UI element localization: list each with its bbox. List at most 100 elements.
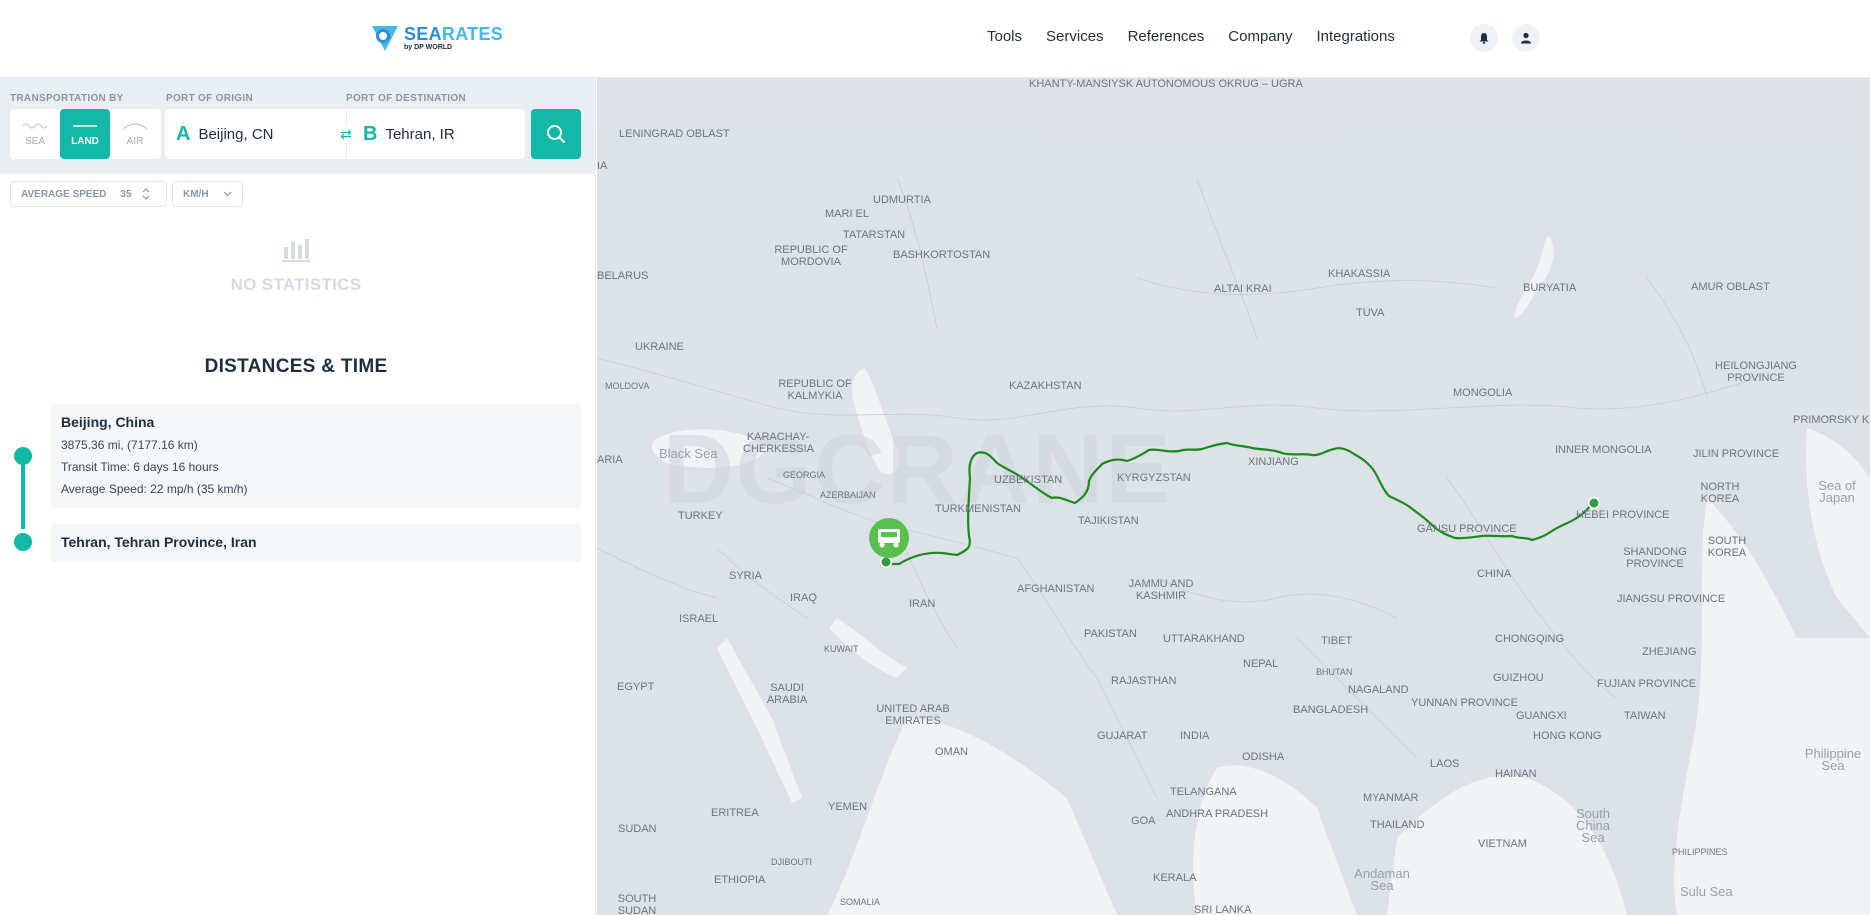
nav-integrations[interactable]: Integrations	[1316, 28, 1394, 45]
sea-of-japan	[1806, 428, 1870, 638]
red-sea	[717, 638, 802, 803]
origin-value: Beijing, CN	[198, 125, 274, 143]
port-inputs: A Beijing, CN ⇄ B Tehran, IR	[165, 109, 525, 159]
map-label-laos: LAOS	[1430, 758, 1460, 770]
map-label-sri-lanka: SRI LANKA	[1194, 904, 1252, 915]
mode-land-label: LAND	[71, 135, 99, 147]
map-label-belarus: BELARUS	[597, 270, 649, 282]
map-label-jammu: JAMMU AND KASHMIR	[1128, 578, 1194, 602]
nav-tools[interactable]: Tools	[987, 28, 1022, 45]
map-label-taiwan: TAIWAN	[1624, 710, 1666, 722]
map-label-black-sea: Black Sea	[659, 446, 718, 461]
map-label-kyrgyzstan: KYRGYZSTAN	[1117, 472, 1191, 484]
mode-sea-button[interactable]: SEA	[10, 109, 60, 159]
lake-baikal	[1514, 236, 1554, 318]
logo-text: SEARATES	[404, 24, 504, 44]
map-label-bangladesh: BANGLADESH	[1293, 704, 1369, 716]
map-label-turkey: TURKEY	[678, 510, 723, 522]
map-label-inner-mongolia: INNER MONGOLIA	[1555, 444, 1652, 456]
map-label-andhra: ANDHRA PRADESH	[1166, 808, 1269, 820]
searates-logo[interactable]: SEARATES by DP WORLD	[370, 22, 503, 54]
map-label-rajasthan: RAJASTHAN	[1111, 675, 1177, 687]
map-label-thailand: THAILAND	[1370, 819, 1425, 831]
map-label-gansu: GANSU PROVINCE	[1417, 523, 1517, 535]
stepper-chevrons-icon[interactable]	[142, 187, 150, 201]
map-label-iran: IRAN	[909, 598, 936, 610]
map-label-guangxi: GUANGXI	[1516, 710, 1567, 722]
speed-unit-value: KM/H	[183, 188, 209, 200]
mode-land-button[interactable]: LAND	[60, 109, 110, 159]
map-label-kerala: KERALA	[1153, 872, 1197, 884]
map-label-xinjiang: XINJIANG	[1248, 456, 1299, 468]
map-label-kuwait: KUWAIT	[824, 644, 859, 654]
map-label-eritrea: ERITREA	[711, 807, 759, 819]
transport-mode-selector: SEA LAND AIR	[10, 109, 161, 159]
map-label-khakassia: KHAKASSIA	[1328, 268, 1391, 280]
map-label-pakistan: PAKISTAN	[1084, 628, 1137, 640]
logo-mark-icon	[372, 26, 398, 51]
map-label-china: CHINA	[1477, 568, 1512, 580]
map-label-sudan: SUDAN	[618, 823, 657, 835]
destination-label: PORT OF DESTINATION	[346, 93, 466, 104]
arabian-sea	[827, 718, 1117, 915]
speed-unit-select[interactable]: KM/H	[172, 181, 243, 207]
swap-ports-icon[interactable]: ⇄	[337, 126, 355, 143]
mode-air-label: AIR	[126, 135, 144, 147]
map-label-leningrad: LENINGRAD OBLAST	[619, 128, 730, 140]
map-label-philippine-sea: Philippine Sea	[1804, 746, 1862, 773]
map-label-karachay: KARACHAY-CHERKESSIA	[743, 431, 814, 455]
map-label-moldova: MOLDOVA	[605, 381, 650, 391]
map-label-saudi-arabia: SAUDI ARABIA	[766, 682, 808, 706]
average-speed-label: AVERAGE SPEED	[21, 188, 107, 200]
map-label-hong-kong: HONG KONG	[1533, 730, 1602, 742]
map-label-aria-edge: ARIA	[597, 454, 623, 466]
map-label-egypt: EGYPT	[617, 681, 655, 693]
map-label-yemen: YEMEN	[828, 801, 868, 813]
map-label-odisha: ODISHA	[1242, 751, 1285, 763]
map-label-uae: UNITED ARAB EMIRATES	[876, 703, 950, 727]
user-icon	[1521, 32, 1531, 44]
average-speed-input[interactable]: AVERAGE SPEED 35	[10, 181, 167, 207]
map-label-uzbekistan: UZBEKISTAN	[994, 474, 1063, 486]
map-label-georgia: GEORGIA	[783, 470, 826, 480]
map-label-south-china-sea: South China Sea	[1576, 806, 1610, 845]
route-map[interactable]: DGCRANE KHANTY-MANSIYSK AUTONOMOUS OKRUG…	[597, 78, 1870, 915]
map-label-syria: SYRIA	[729, 570, 763, 582]
mode-air-button[interactable]: AIR	[110, 109, 160, 159]
map-label-oman: OMAN	[935, 746, 968, 758]
map-label-telangana: TELANGANA	[1170, 786, 1237, 798]
average-speed-value: 35	[120, 188, 132, 200]
map-label-goa: GOA	[1131, 815, 1156, 827]
destination-point	[881, 557, 891, 567]
map-label-tibet: TIBET	[1321, 635, 1353, 647]
map-label-mongolia: MONGOLIA	[1453, 387, 1513, 399]
map-label-andaman-sea: Andaman Sea	[1354, 866, 1410, 893]
map-label-ia-edge: IA	[597, 160, 608, 172]
map-label-gujarat: GUJARAT	[1097, 730, 1148, 742]
map-label-jilin: JILIN PROVINCE	[1693, 448, 1780, 460]
map-label-ethiopia: ETHIOPIA	[714, 874, 766, 886]
chevron-down-icon	[223, 191, 231, 197]
account-button[interactable]	[1512, 24, 1540, 52]
map-label-altai: ALTAI KRAI	[1214, 283, 1272, 295]
map-label-chongqing: CHONGQING	[1495, 633, 1565, 645]
map-label-buryatia: BURYATIA	[1523, 282, 1577, 294]
bar-chart-icon	[282, 239, 310, 262]
nav-references[interactable]: References	[1128, 28, 1205, 45]
notifications-button[interactable]	[1470, 24, 1498, 52]
map-label-south-sudan: SOUTH SUDAN	[617, 893, 657, 915]
search-icon	[547, 125, 566, 144]
nav-services[interactable]: Services	[1046, 28, 1104, 45]
route-distance: 3875.36 mi, (7177.16 km)	[61, 438, 198, 452]
map-label-khanty: KHANTY-MANSIYSK AUTONOMOUS OKRUG – UGRA	[1029, 78, 1303, 90]
average-speed-summary: Average Speed: 22 mp/h (35 km/h)	[61, 482, 248, 496]
map-label-israel: ISRAEL	[679, 613, 719, 625]
map-label-nepal: NEPAL	[1243, 658, 1279, 670]
map-label-afghanistan: AFGHANISTAN	[1017, 583, 1095, 595]
destination-city: Tehran, Tehran Province, Iran	[61, 534, 257, 550]
search-button[interactable]	[531, 109, 581, 159]
destination-input[interactable]: B Tehran, IR	[363, 109, 455, 159]
origin-label: PORT OF ORIGIN	[166, 93, 253, 104]
origin-input[interactable]: A Beijing, CN	[176, 109, 273, 159]
nav-company[interactable]: Company	[1228, 28, 1292, 45]
